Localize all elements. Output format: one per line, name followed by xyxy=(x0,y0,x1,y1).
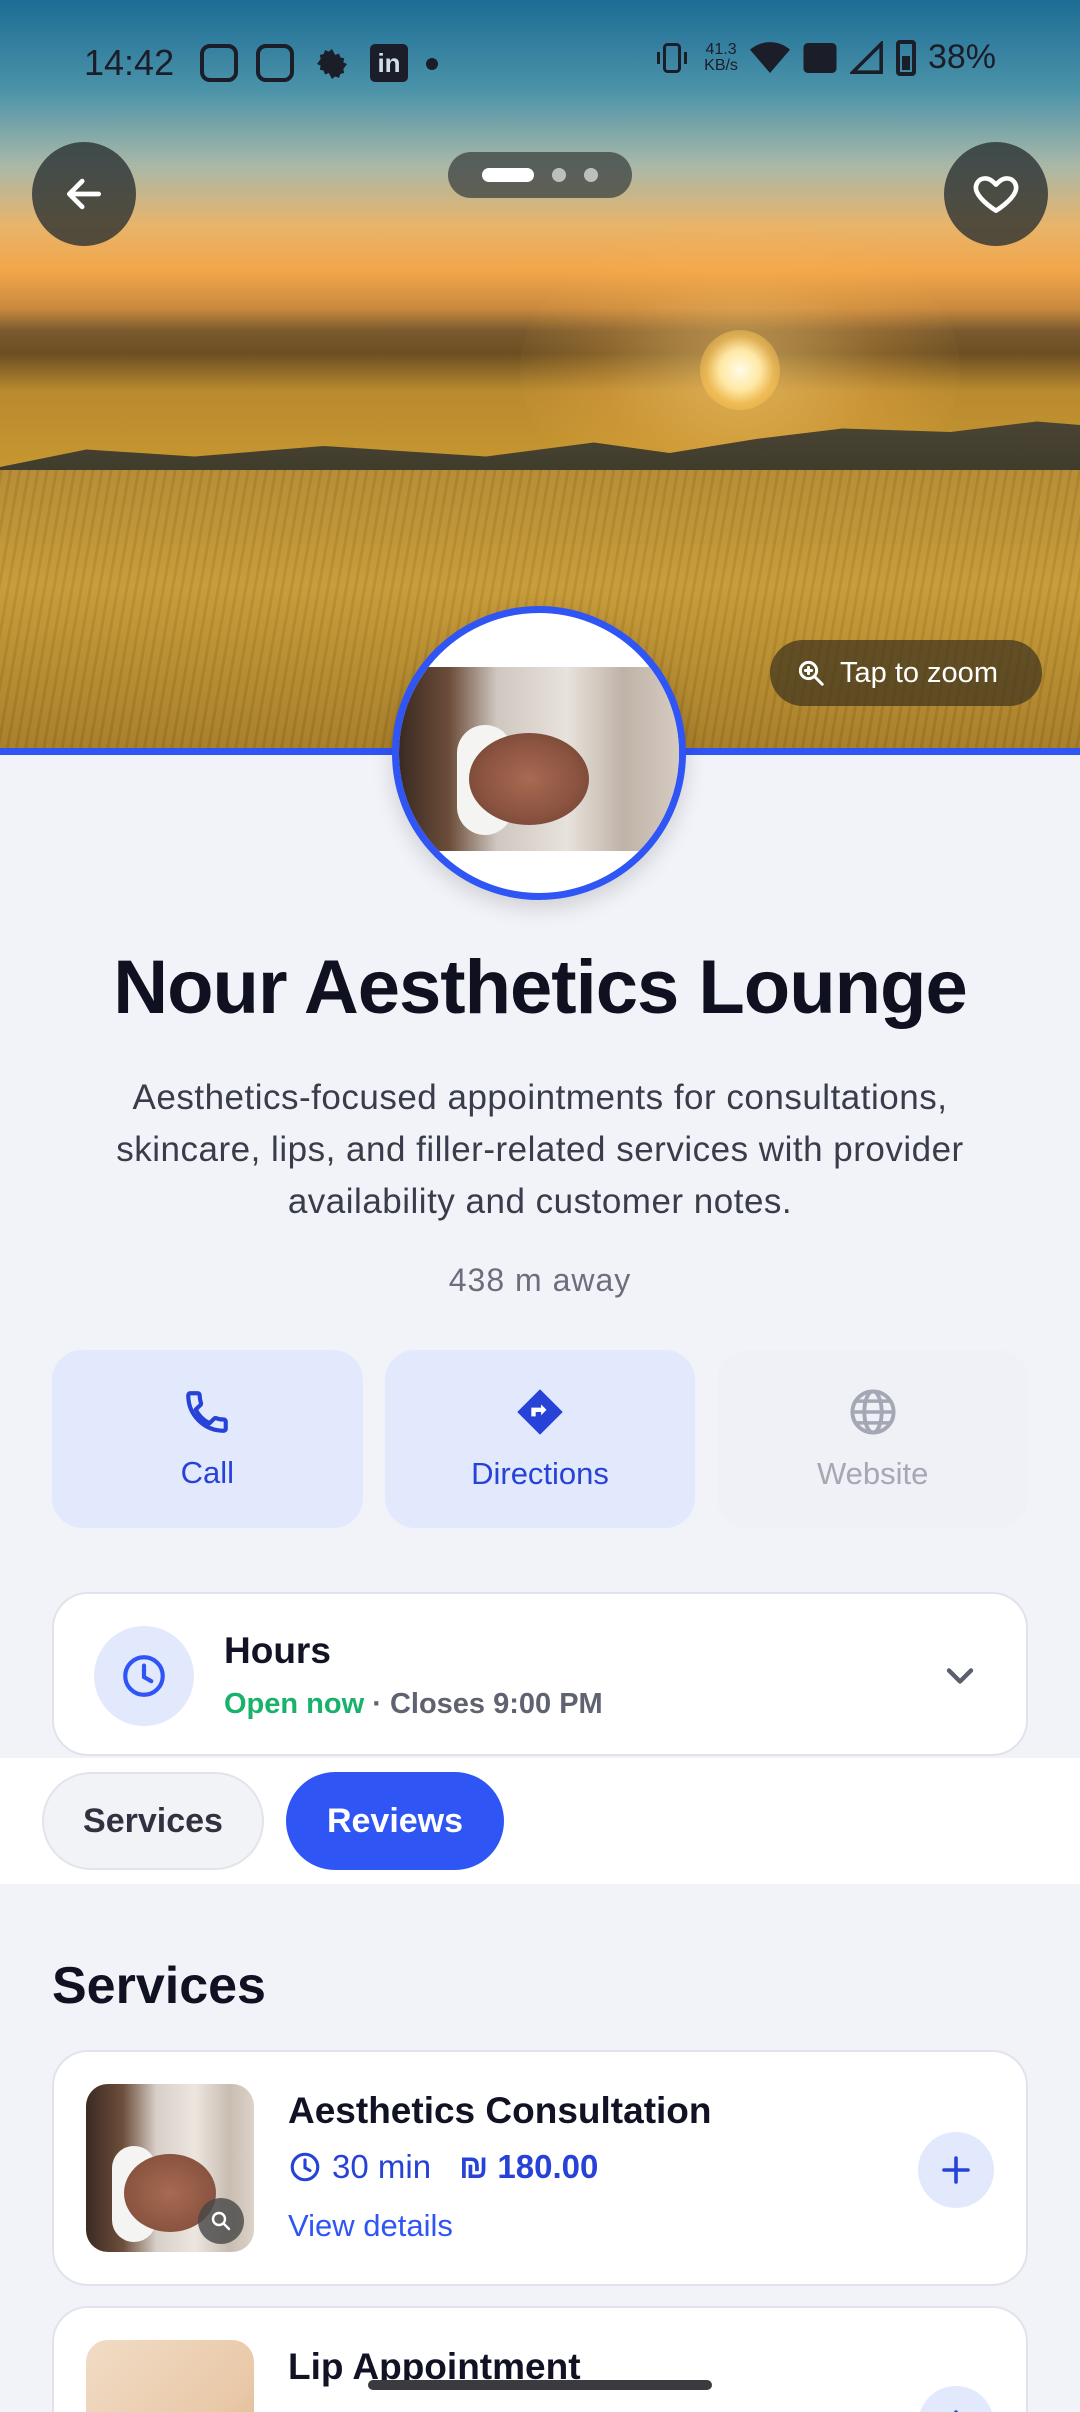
tap-to-zoom-hint[interactable]: Tap to zoom xyxy=(770,640,1042,706)
status-right: 41.3 KB/s 38% xyxy=(652,38,996,77)
vibrate-icon xyxy=(657,42,688,73)
tab-reviews[interactable]: Reviews xyxy=(286,1772,504,1870)
clock-icon xyxy=(290,2152,320,2182)
plus-icon xyxy=(954,2410,958,2412)
zoom-hint-label: Tap to zoom xyxy=(840,656,998,689)
notification-icons: in xyxy=(200,44,438,84)
add-service-button[interactable] xyxy=(918,2386,994,2412)
pager-dot[interactable] xyxy=(584,168,598,182)
plus-icon xyxy=(942,2156,970,2184)
business-description: Aesthetics-focused appointments for cons… xyxy=(116,1078,964,1221)
service-thumbnail[interactable] xyxy=(86,2084,254,2252)
hours-icon-badge xyxy=(94,1626,194,1726)
call-button[interactable]: Call xyxy=(52,1350,363,1528)
zoom-in-icon xyxy=(211,2211,231,2231)
globe-icon xyxy=(850,1389,896,1435)
directions-button[interactable]: Directions xyxy=(384,1350,696,1528)
closes-time-label: · Closes 9:00 PM xyxy=(364,1688,603,1720)
heart-icon xyxy=(973,176,1019,213)
open-now-label: Open now xyxy=(224,1688,365,1720)
hours-status: Open now · Closes 9:00 PM xyxy=(224,1688,603,1721)
business-distance: 438 m away xyxy=(448,1262,632,1298)
website-label: Website xyxy=(816,1456,929,1491)
battery-icon xyxy=(895,39,916,76)
service-duration: 30 min xyxy=(332,2148,432,2185)
sun xyxy=(700,330,780,410)
battery-percent: 38% xyxy=(927,38,996,76)
service-thumbnail[interactable] xyxy=(86,2340,254,2412)
more-notifications-dot xyxy=(426,58,438,70)
service-name: Aesthetics Consultation xyxy=(288,2090,712,2131)
service-price: ₪ 180.00 xyxy=(459,2148,598,2186)
signal-icon xyxy=(849,40,883,74)
directions-icon xyxy=(517,1389,563,1435)
service-meta: 30 min ₪ 180.00 xyxy=(288,2148,598,2186)
home-indicator[interactable] xyxy=(368,2380,712,2390)
action-buttons: Call Directions Website xyxy=(52,1350,1029,1528)
thumbnail-zoom-badge xyxy=(198,2198,244,2244)
services-section-title: Services xyxy=(52,1957,266,2015)
favorite-button[interactable] xyxy=(944,142,1048,246)
hours-card[interactable]: Hours Open now · Closes 9:00 PM xyxy=(52,1592,1028,1756)
net-speed-value: 41.3 xyxy=(705,40,737,58)
currency-symbol: ₪ xyxy=(459,2148,489,2185)
business-name: Nour Aesthetics Lounge xyxy=(113,945,967,1030)
pager-dot[interactable] xyxy=(552,168,566,182)
business-avatar[interactable] xyxy=(392,606,686,900)
net-speed: 41.3 KB/s xyxy=(704,40,738,74)
status-time: 14:42 xyxy=(84,42,175,83)
chevron-down-icon[interactable] xyxy=(938,1654,982,1698)
back-button[interactable] xyxy=(32,142,136,246)
section-tabs: Services Reviews xyxy=(0,1758,1080,1884)
status-bar: 14:42 in 41.3 KB/s 38% xyxy=(0,0,1080,124)
view-details-link[interactable]: View details xyxy=(288,2208,453,2244)
pager-dot-active[interactable] xyxy=(482,168,534,182)
arrow-left-icon xyxy=(66,178,102,210)
website-button[interactable]: Website xyxy=(717,1350,1029,1528)
price-value: 180.00 xyxy=(497,2148,599,2185)
image-pager[interactable] xyxy=(448,152,632,198)
phone-icon xyxy=(186,1391,229,1433)
vowifi-icon xyxy=(803,42,837,73)
directions-label: Directions xyxy=(471,1456,609,1491)
zoom-in-icon xyxy=(798,660,824,686)
call-label: Call xyxy=(180,1455,235,1490)
linkedin-icon: in xyxy=(370,44,408,82)
settings-gear-icon xyxy=(317,49,347,79)
tab-services[interactable]: Services xyxy=(42,1772,264,1870)
avatar-face xyxy=(469,733,589,825)
service-card[interactable]: Aesthetics Consultation 30 min ₪ 180.00 … xyxy=(52,2050,1028,2286)
camera-app-icon xyxy=(200,44,238,82)
clock-icon xyxy=(123,1655,165,1697)
add-service-button[interactable] xyxy=(918,2132,994,2208)
instagram-icon xyxy=(256,44,294,82)
service-card[interactable]: Lip Appointment xyxy=(52,2306,1028,2412)
hours-title: Hours xyxy=(224,1630,331,1671)
wifi-icon xyxy=(749,41,790,73)
net-speed-unit: KB/s xyxy=(704,56,738,74)
